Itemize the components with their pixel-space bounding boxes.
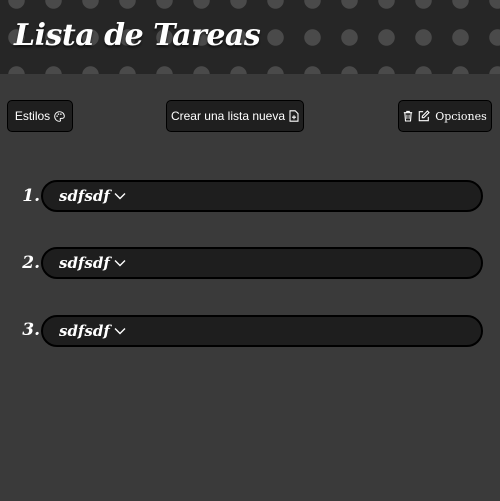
chevron-down-icon[interactable]: [114, 192, 126, 200]
palette-icon: [54, 110, 65, 122]
edit-icon: [418, 110, 430, 122]
list-item[interactable]: sdfsdf: [41, 180, 483, 212]
chevron-down-icon[interactable]: [114, 259, 126, 267]
list-item[interactable]: sdfsdf: [41, 247, 483, 279]
options-button-label: Opciones: [435, 109, 487, 123]
list-name: sdfsdf: [59, 254, 110, 272]
trash-icon: [404, 110, 413, 122]
list-item[interactable]: sdfsdf: [41, 315, 483, 347]
chevron-down-icon[interactable]: [114, 327, 126, 335]
list-name: sdfsdf: [59, 322, 110, 340]
styles-button-label: Estilos: [14, 109, 51, 123]
list-name: sdfsdf: [59, 187, 110, 205]
create-list-button[interactable]: Crear una lista nueva: [166, 100, 304, 132]
create-list-button-label: Crear una lista nueva: [170, 109, 286, 123]
page-title: Lista de Tareas: [14, 18, 261, 53]
styles-button[interactable]: Estilos: [7, 100, 73, 132]
options-button[interactable]: Opciones: [398, 100, 492, 132]
list-number: 1.: [22, 186, 40, 206]
list-number: 2.: [22, 253, 40, 273]
file-plus-icon: [289, 110, 299, 122]
app-header: Lista de Tareas: [0, 0, 500, 74]
list-number: 3.: [22, 320, 40, 340]
